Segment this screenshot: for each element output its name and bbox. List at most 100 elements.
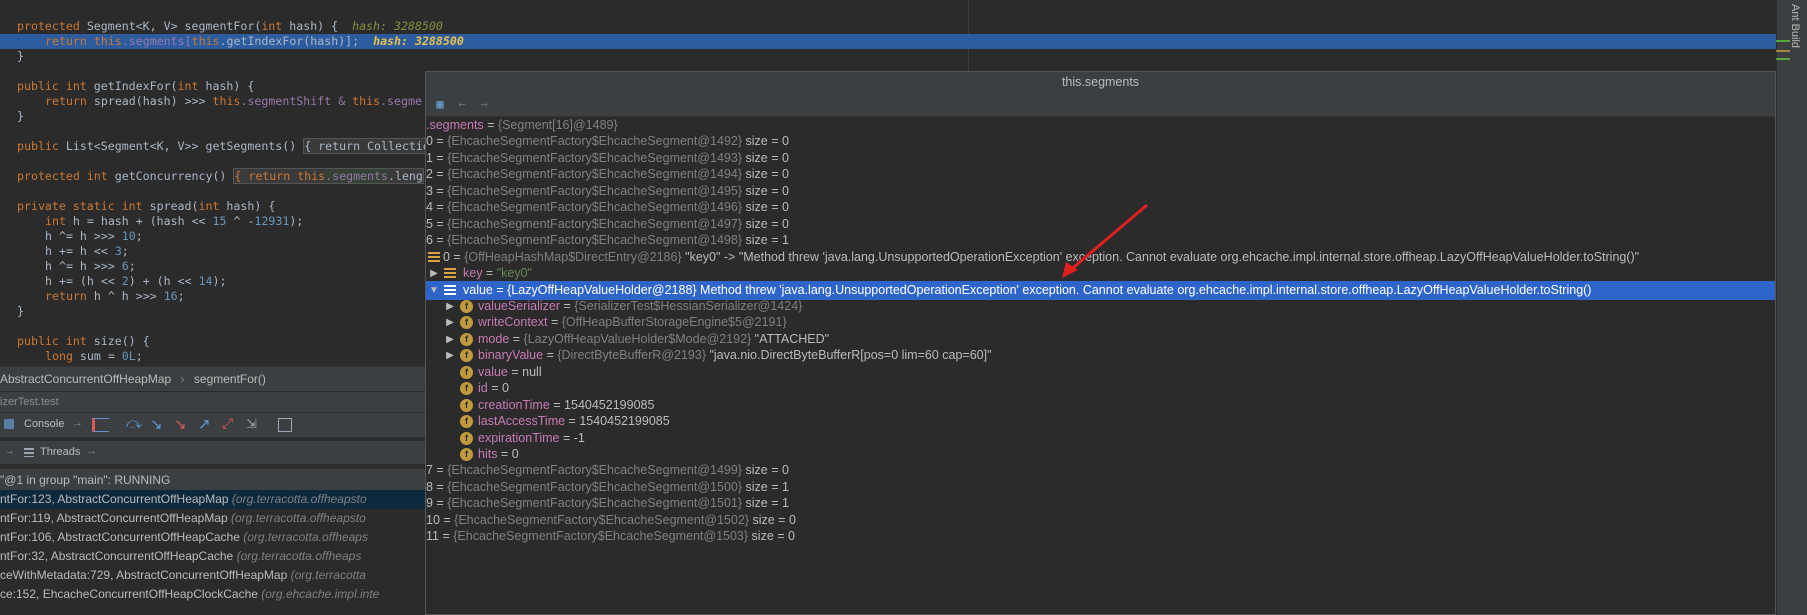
equals: = — [439, 512, 455, 527]
var-type: {Segment[16]@1489} — [497, 118, 618, 132]
field-f-icon: f — [460, 332, 473, 346]
stack-frame[interactable]: ntFor:106, AbstractConcurrentOffHeapCach… — [0, 528, 426, 547]
popup-title[interactable]: this.segments — [426, 72, 1775, 93]
frame-package: (org.ehcache.impl.inte — [261, 587, 380, 601]
back-arrow-icon[interactable]: ← — [454, 96, 470, 112]
equals: = — [432, 134, 448, 149]
segment-index: 10 — [426, 512, 440, 527]
equals: = — [565, 414, 580, 429]
var-name: mode — [478, 331, 510, 346]
segment-size: size = 0 — [745, 200, 789, 215]
segment-index: 4 — [426, 200, 433, 215]
code-line: private static int spread(int hash) { — [17, 199, 276, 213]
error-stripe-marker[interactable] — [1776, 58, 1790, 60]
segment-size: size = 0 — [745, 216, 789, 231]
field-f-icon: f — [460, 316, 473, 330]
code-line: public List<Segment<K, V>> getSegments()… — [17, 138, 431, 154]
stack-frame[interactable]: ntFor:119, AbstractConcurrentOffHeapMap … — [0, 509, 426, 528]
threads-icon — [24, 448, 34, 457]
evaluate-popup: this.segments ▦ ← → .segments = {Segment… — [425, 71, 1776, 615]
var-type: {OffHeapBufferStorageEngine$5@2191} — [561, 315, 787, 330]
equals: = — [432, 183, 448, 198]
equals: = — [432, 200, 448, 215]
segment-index: 2 — [426, 167, 433, 182]
var-type: {OffHeapHashMap$DirectEntry@2186} — [464, 249, 682, 264]
run-to-cursor-icon[interactable]: ⇲ — [246, 416, 257, 432]
code-line: } — [17, 304, 24, 318]
frame-location: ntFor:119, AbstractConcurrentOffHeapMap — [0, 511, 232, 525]
equals: = — [509, 331, 524, 346]
console-tab[interactable]: Console — [24, 418, 64, 430]
var-type: {EhcacheSegmentFactory$EhcacheSegment@14… — [447, 150, 743, 165]
step-over-icon[interactable]: ⤼ — [126, 415, 142, 432]
segment-size: size = 0 — [745, 463, 789, 478]
var-name: key — [463, 266, 483, 281]
stack-frame[interactable]: ce:152, EhcacheConcurrentOffHeapClockCac… — [0, 585, 426, 604]
var-name: .segments — [426, 118, 484, 132]
field-f-icon: f — [460, 448, 473, 461]
stack-frame[interactable]: ntFor:123, AbstractConcurrentOffHeapMap … — [0, 490, 426, 509]
stack-frame[interactable]: ceWithMetadata:729, AbstractConcurrentOf… — [0, 566, 426, 585]
drop-frame-icon[interactable]: ⤢ — [222, 415, 233, 432]
frame-location: ntFor:32, AbstractConcurrentOffHeapCache — [0, 549, 237, 563]
show-execution-point-icon[interactable] — [92, 418, 109, 432]
field-icon — [444, 268, 456, 280]
field-f-icon: f — [460, 365, 473, 379]
force-step-into-icon[interactable]: ↘ — [174, 415, 187, 433]
field-f-icon: f — [460, 431, 473, 445]
step-out-icon[interactable]: ↗ — [198, 415, 211, 433]
tree-row[interactable]: 11 = {EhcacheSegmentFactory$EhcacheSegme… — [426, 527, 1775, 546]
folded-code: { return Collectio — [303, 138, 431, 154]
var-type: {EhcacheSegmentFactory$EhcacheSegment@14… — [447, 167, 743, 182]
breadcrumb-separator-icon: › — [180, 372, 185, 386]
frame-location: ntFor:106, AbstractConcurrentOffHeapCach… — [0, 530, 244, 544]
var-value: 0 — [511, 447, 519, 461]
add-to-watches-icon[interactable]: ▦ — [432, 96, 448, 112]
segment-size: size = 1 — [745, 233, 789, 248]
equals: = — [432, 496, 448, 511]
code-line: public int getIndexFor(int hash) { — [17, 79, 255, 93]
equals: = — [432, 150, 448, 165]
field-f-icon: f — [460, 398, 473, 412]
field-f-icon: f — [460, 382, 473, 396]
equals: = — [482, 266, 497, 281]
frame-location: ce:152, EhcacheConcurrentOffHeapClockCac… — [0, 587, 262, 601]
var-name: hits — [478, 447, 498, 461]
breadcrumb: AbstractConcurrentOffHeapMap › segmentFo… — [0, 366, 426, 391]
annotation-arrow — [1062, 203, 1148, 278]
segment-index: 9 — [426, 496, 433, 511]
frame-package: (org.terracotta.offheaps — [243, 530, 368, 544]
error-stripe-marker[interactable] — [1776, 50, 1790, 52]
var-value: "java.nio.DirectByteBufferR[pos=0 lim=60… — [706, 348, 992, 363]
evaluate-expression-icon[interactable] — [278, 418, 292, 432]
segment-index: 3 — [426, 183, 433, 198]
segment-index: 1 — [426, 150, 433, 165]
code-line: h ^= h >>> 10; — [45, 229, 143, 243]
equals: = — [559, 298, 575, 313]
error-stripe-marker[interactable] — [1776, 40, 1790, 42]
frame-package: (org.terracotta — [290, 568, 366, 582]
var-type: {EhcacheSegmentFactory$EhcacheSegment@15… — [447, 479, 743, 494]
pin-icon: → — [72, 417, 83, 429]
forward-arrow-icon[interactable]: → — [476, 96, 492, 112]
var-type: {EhcacheSegmentFactory$EhcacheSegment@15… — [454, 512, 749, 527]
var-type: {EhcacheSegmentFactory$EhcacheSegment@15… — [447, 496, 743, 511]
segment-size: size = 0 — [751, 529, 795, 544]
equals: = — [497, 447, 512, 461]
step-into-icon[interactable]: ↘ — [150, 415, 163, 433]
stack-frame[interactable]: ntFor:32, AbstractConcurrentOffHeapCache… — [0, 547, 426, 566]
threads-tab[interactable]: Threads — [40, 446, 80, 458]
threads-bar: → Threads → — [0, 441, 426, 464]
breadcrumb-method[interactable]: segmentFor() — [194, 372, 266, 386]
equals: = — [449, 249, 465, 264]
field-f-icon: f — [460, 299, 473, 313]
entry-index: 0 — [443, 249, 450, 264]
segment-index: 6 — [426, 233, 433, 248]
ant-build-tab[interactable]: Ant Build — [1787, 4, 1801, 74]
frame-package: (org.terracotta.offheapsto — [231, 511, 366, 525]
thread-selector[interactable]: "@1 in group "main": RUNNING — [0, 468, 426, 491]
field-f-icon: f — [460, 349, 473, 363]
var-name: id — [478, 381, 488, 396]
var-value: 1540452199085 — [564, 397, 655, 412]
breadcrumb-class[interactable]: AbstractConcurrentOffHeapMap — [0, 372, 171, 386]
